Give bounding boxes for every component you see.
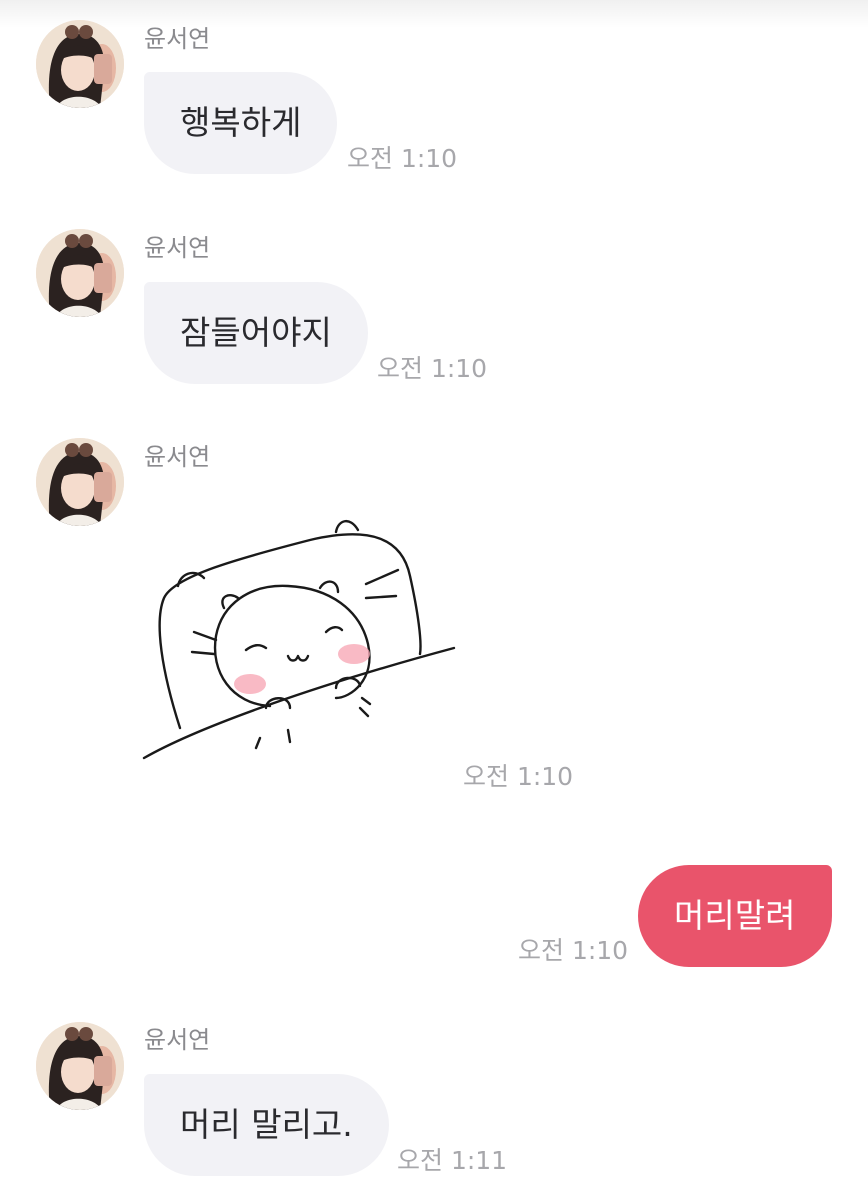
message-timestamp: 오전 1:10 [518,936,629,965]
sender-name: 윤서연 [144,234,211,262]
header-shadow [0,0,868,28]
message-bubble-outgoing[interactable]: 머리말려 [638,865,832,967]
sender-avatar[interactable] [36,229,124,317]
sender-avatar[interactable] [36,438,124,526]
message-timestamp: 오전 1:11 [397,1146,508,1175]
message-timestamp: 오전 1:10 [463,762,574,791]
message-bubble[interactable]: 머리 말리고. [144,1074,389,1176]
chat-screen: 윤서연 행복하게 오전 1:10 윤서연 잠들어야지 오전 1:10 윤서연 오… [0,0,868,1200]
message-timestamp: 오전 1:10 [377,354,488,383]
message-bubble[interactable]: 행복하게 [144,72,338,174]
sleeping-cat-sticker[interactable] [140,512,460,768]
sender-name: 윤서연 [144,443,211,471]
sender-avatar[interactable] [36,1022,124,1110]
sender-name: 윤서연 [144,25,211,53]
sender-name: 윤서연 [144,1026,211,1054]
message-timestamp: 오전 1:10 [347,144,458,173]
sender-avatar[interactable] [36,20,124,108]
message-bubble[interactable]: 잠들어야지 [144,282,368,384]
